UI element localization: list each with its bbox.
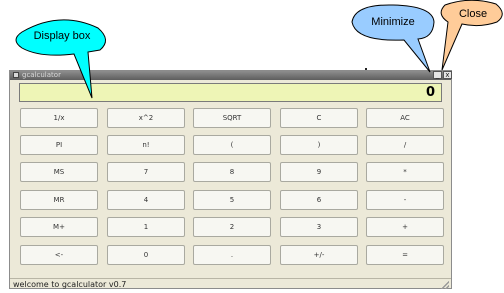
key-button[interactable]: SQRT [193,108,271,128]
close-callout-label: Close [458,8,488,20]
display-value: 0 [425,85,435,100]
key-button[interactable]: x^2 [107,108,185,128]
key-button[interactable]: n! [107,135,185,155]
key-button[interactable]: * [366,162,444,182]
key-button[interactable]: 7 [107,162,185,182]
display-box: 0 [19,83,442,102]
close-callout-bubble [440,0,503,71]
window-title: gcalculator [22,71,61,79]
key-button[interactable]: / [366,135,444,155]
key-button[interactable]: 4 [107,190,185,210]
key-button[interactable]: <- [20,245,98,265]
key-button[interactable]: ) [280,135,358,155]
key-button[interactable]: - [366,190,444,210]
key-button[interactable]: 5 [193,190,271,210]
title-bar[interactable]: gcalculator _ x [10,71,452,80]
key-button[interactable]: M+ [20,217,98,237]
key-button[interactable]: +/- [280,245,358,265]
key-button[interactable]: = [366,245,444,265]
key-button[interactable]: 1 [107,217,185,237]
key-button[interactable]: MR [20,190,98,210]
key-button[interactable]: ( [193,135,271,155]
key-button[interactable]: AC [366,108,444,128]
key-button[interactable]: 9 [280,162,358,182]
key-button[interactable]: 1/x [20,108,98,128]
status-bar: welcome to gcalculator v0.7 [10,278,451,290]
key-button[interactable]: C [280,108,358,128]
key-button[interactable]: PI [20,135,98,155]
key-button[interactable]: 0 [107,245,185,265]
resize-grip-icon[interactable] [441,281,449,289]
mouse-cursor-icon [365,68,367,70]
key-button[interactable]: + [366,217,444,237]
close-button[interactable]: x [443,71,452,79]
key-button[interactable]: . [193,245,271,265]
key-button[interactable]: MS [20,162,98,182]
status-text: welcome to gcalculator v0.7 [13,280,127,289]
app-icon [13,72,19,78]
calculator-window: gcalculator _ x 0 1/x x^2 SQRT C AC PI n! () / MS… [9,70,452,289]
minimize-callout-label: Minimize [371,16,415,28]
minimize-callout-bubble [351,4,435,73]
key-button[interactable]: 8 [193,162,271,182]
minimize-button[interactable]: _ [433,71,442,79]
key-button[interactable]: 6 [280,190,358,210]
key-button[interactable]: 2 [193,217,271,237]
key-button[interactable]: 3 [280,217,358,237]
display-callout-label: Display box [33,30,91,42]
